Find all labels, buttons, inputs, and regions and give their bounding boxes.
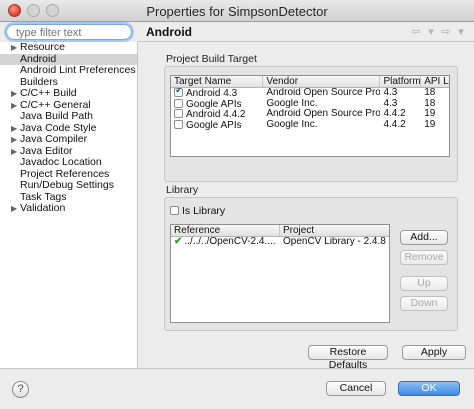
column-header-platform[interactable]: Platform: [380, 76, 422, 88]
target-checkbox[interactable]: [174, 119, 183, 129]
apply-button[interactable]: Apply: [402, 345, 466, 360]
expand-arrow-icon[interactable]: ▶: [11, 203, 17, 215]
dropdown-icon[interactable]: ▾: [456, 25, 466, 38]
library-group-label: Library: [166, 184, 199, 196]
filter-field[interactable]: [6, 24, 132, 40]
back-arrow-icon[interactable]: ⇦: [411, 25, 421, 38]
library-reference-table[interactable]: Reference Project ✔ ../../../OpenCV-2.4..…: [170, 224, 390, 323]
table-header: Reference Project: [171, 225, 389, 237]
expand-arrow-icon[interactable]: ▶: [11, 134, 17, 146]
table-row[interactable]: ✔ ../../../OpenCV-2.4.... OpenCV Library …: [171, 237, 389, 248]
title-bar: Properties for SimpsonDetector: [0, 0, 474, 22]
table-row[interactable]: Android 4.4.2 Android Open Source Projec…: [171, 109, 449, 120]
move-up-button[interactable]: Up: [400, 276, 448, 291]
page-title: Android: [146, 25, 192, 39]
forward-arrow-icon[interactable]: ⇨: [441, 25, 451, 38]
column-header-project[interactable]: Project: [280, 225, 389, 237]
expand-arrow-icon[interactable]: ▶: [11, 123, 17, 135]
expand-arrow-icon[interactable]: ▶: [11, 100, 17, 112]
target-checkbox[interactable]: [174, 88, 183, 97]
expand-arrow-icon[interactable]: ▶: [11, 146, 17, 158]
column-header-vendor[interactable]: Vendor: [263, 76, 381, 88]
tree-item-validation[interactable]: ▶ Validation: [0, 202, 137, 215]
help-button[interactable]: ?: [12, 381, 29, 398]
valid-check-icon: ✔: [174, 237, 183, 247]
column-header-target-name[interactable]: Target Name: [171, 76, 264, 88]
column-header-api-level[interactable]: API Le: [421, 76, 449, 88]
is-library-toggle[interactable]: Is Library: [170, 205, 225, 217]
table-header: Target Name Vendor Platform API Le: [171, 76, 449, 88]
target-checkbox[interactable]: [174, 98, 183, 108]
is-library-checkbox[interactable]: [170, 206, 179, 215]
dropdown-icon[interactable]: ▾: [426, 25, 436, 38]
table-row[interactable]: Google APIs Google Inc. 4.3 18: [171, 98, 449, 109]
table-row[interactable]: Google APIs Google Inc. 4.4.2 19: [171, 119, 449, 130]
window-title: Properties for SimpsonDetector: [146, 4, 328, 19]
build-target-table[interactable]: Target Name Vendor Platform API Le Andro…: [170, 75, 450, 157]
add-library-button[interactable]: Add...: [400, 230, 448, 245]
restore-defaults-button[interactable]: Restore Defaults: [308, 345, 388, 371]
move-down-button[interactable]: Down: [400, 296, 448, 311]
expand-arrow-icon[interactable]: ▶: [11, 42, 17, 54]
expand-arrow-icon[interactable]: ▶: [11, 88, 17, 100]
ok-button[interactable]: OK: [398, 381, 460, 396]
dialog-footer: ? Cancel OK: [0, 368, 474, 409]
property-page-tree[interactable]: ▶ Resource Android Android Lint Preferenc…: [0, 41, 138, 368]
remove-library-button[interactable]: Remove: [400, 250, 448, 265]
android-properties-page: Project Build Target Target Name Vendor …: [138, 42, 474, 371]
cancel-button[interactable]: Cancel: [326, 381, 386, 396]
page-header: Android ⇦ ▾ ⇨ ▾: [138, 22, 474, 42]
target-checkbox[interactable]: [174, 109, 183, 118]
filter-input[interactable]: [16, 26, 128, 39]
build-target-group-label: Project Build Target: [166, 53, 257, 65]
history-nav: ⇦ ▾ ⇨ ▾: [411, 25, 466, 38]
table-row[interactable]: Android 4.3 Android Open Source Project …: [171, 88, 449, 99]
column-header-reference[interactable]: Reference: [171, 225, 280, 237]
